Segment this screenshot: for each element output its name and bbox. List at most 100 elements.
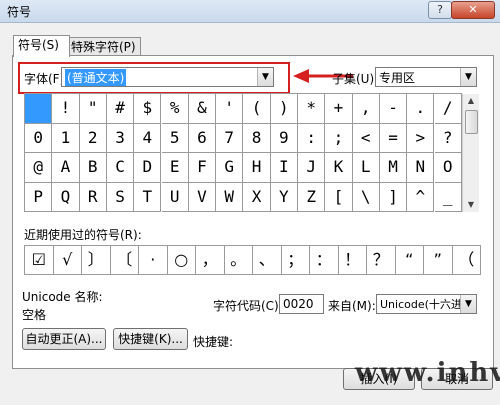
- tab-special-characters[interactable]: 特殊字符(P): [66, 37, 141, 56]
- subset-select[interactable]: 专用区 ▼: [375, 67, 477, 87]
- symbol-cell[interactable]: F: [188, 153, 217, 183]
- symbol-cell[interactable]: %: [161, 94, 189, 124]
- symbol-cell[interactable]: #: [106, 94, 135, 124]
- symbol-cell[interactable]: 1: [52, 123, 80, 154]
- symbol-cell[interactable]: 3: [106, 123, 135, 154]
- symbol-cell[interactable]: /: [434, 94, 462, 124]
- scrollbar-thumb[interactable]: [465, 110, 478, 134]
- chevron-down-icon[interactable]: ▼: [460, 68, 476, 86]
- autocorrect-button[interactable]: 自动更正(A)...: [22, 328, 106, 350]
- recent-symbol-cell[interactable]: ！: [338, 246, 367, 275]
- recent-symbol-cell[interactable]: ；: [281, 246, 310, 275]
- symbol-cell[interactable]: I: [270, 153, 298, 183]
- symbol-cell[interactable]: 4: [134, 123, 162, 154]
- symbol-cell[interactable]: .: [407, 94, 435, 124]
- symbol-cell[interactable]: J: [298, 153, 326, 183]
- symbol-cell[interactable]: B: [79, 153, 107, 183]
- symbol-cell[interactable]: ): [270, 94, 298, 124]
- symbol-cell[interactable]: [25, 94, 53, 124]
- recent-symbols-label: 近期使用过的符号(R):: [24, 228, 142, 242]
- chevron-down-icon[interactable]: ▼: [257, 68, 273, 86]
- symbol-cell[interactable]: Q: [52, 182, 80, 213]
- symbol-cell[interactable]: 5: [161, 123, 189, 154]
- symbol-cell[interactable]: ,: [352, 94, 380, 124]
- symbol-cell[interactable]: P: [25, 182, 53, 213]
- symbol-cell[interactable]: N: [407, 153, 435, 183]
- recent-symbol-cell[interactable]: √: [53, 246, 82, 275]
- symbol-cell[interactable]: 6: [188, 123, 217, 154]
- symbol-cell[interactable]: ;: [325, 123, 353, 154]
- help-button[interactable]: ?: [428, 1, 452, 19]
- char-code-input[interactable]: 0020: [279, 294, 324, 314]
- symbol-cell[interactable]: G: [216, 153, 244, 183]
- symbol-cell[interactable]: 9: [270, 123, 298, 154]
- title-bar: 符号 ? ✕: [0, 0, 500, 23]
- symbol-cell[interactable]: Y: [270, 182, 298, 213]
- from-select[interactable]: Unicode(十六进 ▼: [376, 294, 477, 314]
- recent-symbol-cell[interactable]: ·: [139, 246, 168, 275]
- symbol-cell[interactable]: 7: [216, 123, 244, 154]
- recent-symbol-cell[interactable]: ：: [310, 246, 339, 275]
- symbol-cell[interactable]: 8: [243, 123, 271, 154]
- symbol-cell[interactable]: ^: [407, 182, 435, 213]
- recent-symbol-cell[interactable]: 、: [253, 246, 282, 275]
- symbol-cell[interactable]: >: [407, 123, 435, 154]
- symbol-cell[interactable]: :: [298, 123, 326, 154]
- subset-label: 子集(U):: [332, 72, 379, 86]
- symbol-cell[interactable]: =: [379, 123, 408, 154]
- symbol-cell[interactable]: R: [79, 182, 107, 213]
- recent-symbol-cell[interactable]: ☑: [25, 246, 54, 275]
- symbol-cell[interactable]: A: [52, 153, 80, 183]
- symbol-cell[interactable]: Z: [298, 182, 326, 213]
- symbol-cell[interactable]: \: [352, 182, 380, 213]
- symbol-cell[interactable]: V: [188, 182, 217, 213]
- font-select[interactable]: (普通文本) ▼: [61, 67, 274, 87]
- recent-symbol-cell[interactable]: ”: [424, 246, 453, 275]
- recent-symbol-cell[interactable]: 〕: [82, 246, 111, 275]
- symbol-cell[interactable]: [: [325, 182, 353, 213]
- symbol-cell[interactable]: C: [106, 153, 135, 183]
- chevron-down-icon[interactable]: ▼: [460, 295, 476, 313]
- symbol-cell[interactable]: M: [379, 153, 408, 183]
- symbol-cell[interactable]: !: [52, 94, 80, 124]
- symbol-cell[interactable]: L: [352, 153, 380, 183]
- recent-symbol-cell[interactable]: ○: [167, 246, 196, 275]
- symbol-grid-scrollbar[interactable]: ▲ ▼: [462, 94, 479, 212]
- symbol-cell[interactable]: &: [188, 94, 217, 124]
- close-button[interactable]: ✕: [451, 1, 495, 19]
- symbol-cell[interactable]: *: [298, 94, 326, 124]
- symbol-cell[interactable]: ]: [379, 182, 408, 213]
- recent-symbol-cell[interactable]: 〔: [110, 246, 139, 275]
- symbol-cell[interactable]: X: [243, 182, 271, 213]
- symbol-cell[interactable]: ?: [434, 123, 462, 154]
- recent-symbol-cell[interactable]: “: [395, 246, 424, 275]
- symbol-cell[interactable]: W: [216, 182, 244, 213]
- symbol-cell[interactable]: T: [134, 182, 162, 213]
- scroll-up-icon[interactable]: ▲: [463, 94, 479, 108]
- scroll-down-icon[interactable]: ▼: [463, 198, 479, 212]
- tab-symbols[interactable]: 符号(S): [13, 35, 70, 57]
- symbol-cell[interactable]: K: [325, 153, 353, 183]
- symbol-cell[interactable]: E: [161, 153, 189, 183]
- recent-symbol-cell[interactable]: ，: [196, 246, 225, 275]
- symbol-cell[interactable]: D: [134, 153, 162, 183]
- symbol-cell[interactable]: -: [379, 94, 408, 124]
- symbol-cell[interactable]: 0: [25, 123, 53, 154]
- symbol-cell[interactable]: <: [352, 123, 380, 154]
- symbol-cell[interactable]: $: [134, 94, 162, 124]
- symbol-cell[interactable]: U: [161, 182, 189, 213]
- symbol-cell[interactable]: O: [434, 153, 462, 183]
- symbol-cell[interactable]: H: [243, 153, 271, 183]
- shortcut-key-button[interactable]: 快捷键(K)...: [113, 328, 188, 350]
- symbol-cell[interactable]: ': [216, 94, 244, 124]
- symbol-cell[interactable]: (: [243, 94, 271, 124]
- recent-symbol-cell[interactable]: 。: [224, 246, 253, 275]
- recent-symbol-cell[interactable]: （: [452, 246, 481, 275]
- symbol-cell[interactable]: ": [79, 94, 107, 124]
- symbol-cell[interactable]: S: [106, 182, 135, 213]
- symbol-cell[interactable]: @: [25, 153, 53, 183]
- symbol-cell[interactable]: +: [325, 94, 353, 124]
- symbol-cell[interactable]: _: [434, 182, 462, 213]
- recent-symbol-cell[interactable]: ？: [367, 246, 396, 275]
- symbol-cell[interactable]: 2: [79, 123, 107, 154]
